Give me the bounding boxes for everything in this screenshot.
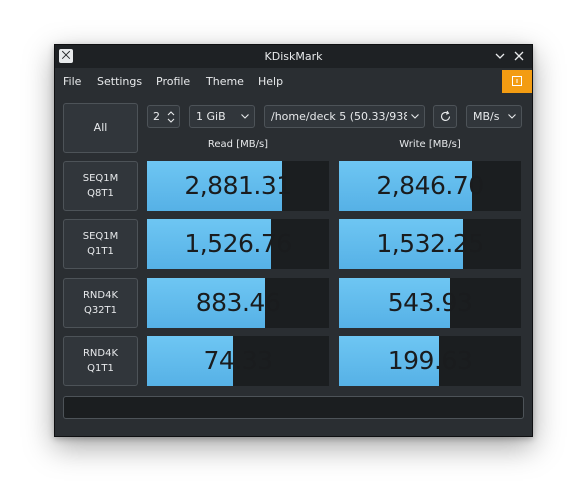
write-result-value: 2,846.70 [376,171,484,200]
file-size-select[interactable]: 1 GiB [189,105,255,128]
write-result-bar: 2,846.70 [339,161,521,211]
write-result-bar: 543.93 [339,278,521,328]
read-result-bar: 883.46 [147,278,329,328]
test-button-rnd4k-q1t1[interactable]: RND4K Q1T1 [63,336,138,386]
read-result-value: 1,526.76 [184,229,292,258]
loops-value: 2 [153,110,160,123]
test-button-seq1m-q8t1[interactable]: SEQ1M Q8T1 [63,161,138,211]
test-button-rnd4k-q32t1[interactable]: RND4K Q32T1 [63,278,138,328]
test-queue-threads: Q8T1 [87,188,114,199]
menu-theme[interactable]: Theme [206,68,244,96]
unit-select[interactable]: MB/s [466,105,522,128]
write-result-bar: 1,532.25 [339,219,521,269]
test-name: SEQ1M [82,231,119,242]
minimize-chevron-icon[interactable] [492,48,508,64]
read-result-value: 74.33 [203,346,273,375]
write-result-value: 199.63 [387,346,473,375]
read-column-header: Read [MB/s] [207,139,269,150]
menu-settings[interactable]: Settings [97,68,142,96]
kdiskmark-window: ⨉ KDiskMark File Settings Profile Theme … [54,44,533,437]
title-bar[interactable]: ⨉ KDiskMark [55,45,532,68]
unit-value: MB/s [473,110,500,123]
test-queue-threads: Q1T1 [87,246,114,257]
write-result-bar: 199.63 [339,336,521,386]
chevron-down-icon [240,111,250,121]
target-path-select[interactable]: /home/deck 5 (50.33/938.42 [264,105,425,128]
write-column-header: Write [MB/s] [399,139,461,150]
refresh-icon [439,110,452,126]
read-result-value: 2,881.31 [184,171,292,200]
menu-bar: File Settings Profile Theme Help [55,68,532,96]
info-icon [511,72,523,91]
chevron-down-icon [410,111,420,121]
close-icon[interactable] [511,48,527,64]
test-name: RND4K [82,348,119,359]
window-title: KDiskMark [264,50,323,63]
write-result-value: 543.93 [387,288,473,317]
target-path-value: /home/deck 5 (50.33/938.42 [271,110,407,123]
menu-profile[interactable]: Profile [156,68,190,96]
read-result-bar: 74.33 [147,336,329,386]
test-queue-threads: Q1T1 [87,363,114,374]
read-result-bar: 1,526.76 [147,219,329,269]
file-size-value: 1 GiB [196,110,226,123]
run-all-button[interactable]: All [63,103,138,153]
test-name: SEQ1M [82,173,119,184]
loops-spinbox[interactable]: 2 [147,105,180,128]
menu-file[interactable]: File [63,68,81,96]
refresh-button[interactable] [433,105,457,128]
read-result-value: 883.46 [195,288,281,317]
test-button-seq1m-q1t1[interactable]: SEQ1M Q1T1 [63,219,138,269]
spin-arrows-icon[interactable] [166,108,176,126]
read-result-bar: 2,881.31 [147,161,329,211]
info-button[interactable] [502,70,532,93]
test-queue-threads: Q32T1 [83,305,118,316]
test-name: RND4K [82,290,119,301]
chevron-down-icon [507,111,517,121]
write-result-value: 1,532.25 [376,229,484,258]
progress-status-bar [63,396,524,419]
menu-help[interactable]: Help [258,68,283,96]
